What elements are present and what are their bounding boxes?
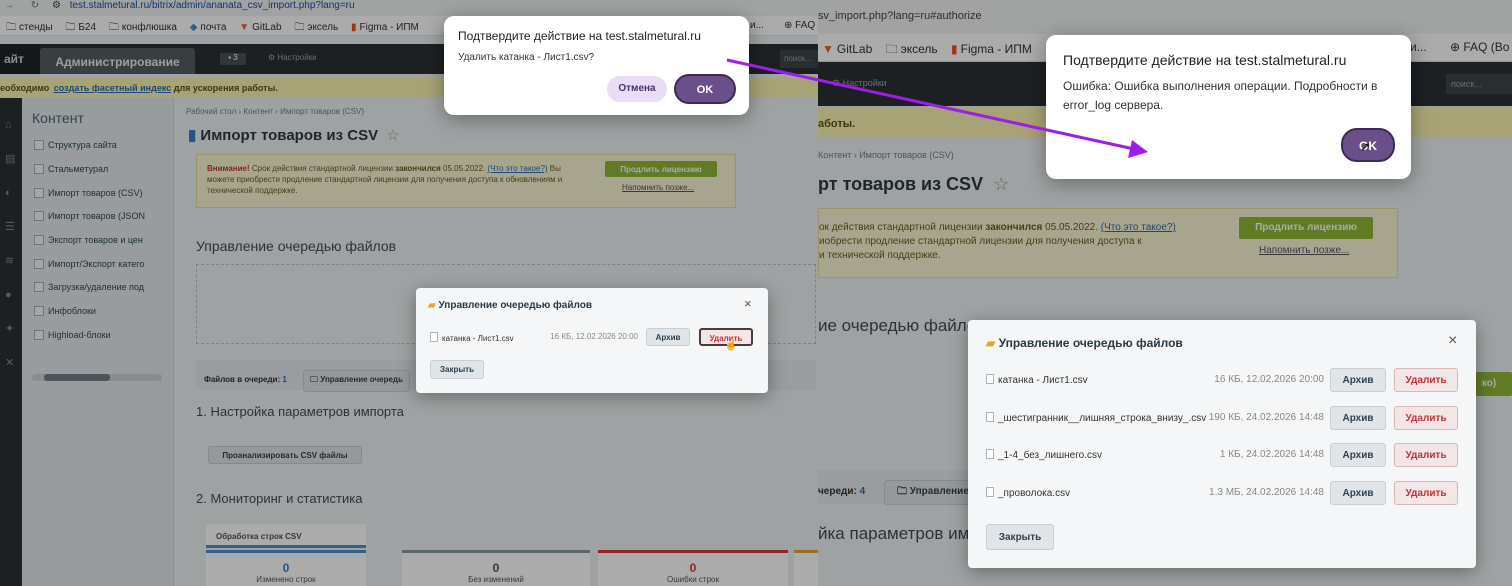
- arrow-head: [1128, 140, 1148, 158]
- annotation-arrow: [726, 58, 1148, 158]
- arrow-line: [726, 58, 1135, 151]
